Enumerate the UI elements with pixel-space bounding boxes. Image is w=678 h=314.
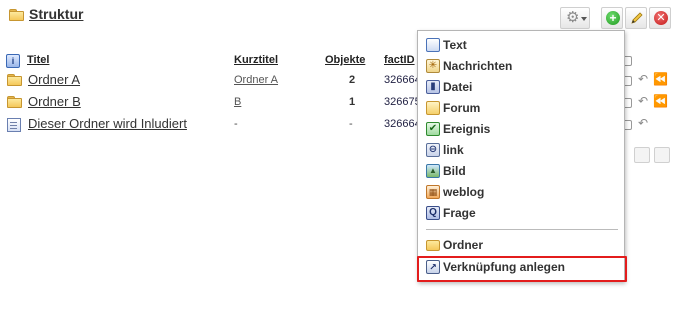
link-icon: ⊖ — [426, 143, 440, 157]
menu-item-frage[interactable]: Q Frage — [426, 203, 616, 223]
row-shorttitle-link[interactable]: Ordner A — [234, 74, 278, 86]
event-icon: ✔ — [426, 122, 440, 136]
undo-icon[interactable]: ↶ — [638, 116, 648, 130]
menu-item-weblog[interactable]: ▦ weblog — [426, 182, 616, 202]
menu-item-nachrichten[interactable]: ✳ Nachrichten — [426, 56, 616, 76]
row-title-link[interactable]: Ordner B — [28, 94, 81, 109]
row-objects-count: - — [349, 118, 353, 130]
delete-icon: ✕ — [654, 11, 668, 25]
column-header-factid[interactable]: factID — [384, 54, 415, 66]
menu-item-text[interactable]: Text — [426, 35, 616, 55]
column-header-kurztitel[interactable]: Kurztitel — [234, 54, 278, 66]
undo-icon[interactable]: ↶ — [638, 72, 648, 86]
row-shorttitle-link[interactable]: B — [234, 96, 241, 108]
delete-button[interactable]: ✕ — [649, 7, 671, 29]
weblog-icon: ▦ — [426, 185, 440, 199]
edit-button[interactable] — [625, 7, 647, 29]
column-header-titel[interactable]: Titel — [27, 54, 49, 66]
column-header-objekte[interactable]: Objekte — [325, 54, 365, 66]
text-icon — [426, 38, 440, 52]
image-icon: ▲ — [426, 164, 440, 178]
menu-item-ereignis[interactable]: ✔ Ereignis — [426, 119, 616, 139]
link-document-icon — [7, 118, 21, 132]
chevron-down-icon — [581, 17, 587, 21]
menu-item-bild[interactable]: ▲ Bild — [426, 161, 616, 181]
row-title-link[interactable]: Dieser Ordner wird Inludiert — [28, 116, 187, 131]
page-title[interactable]: Struktur — [29, 6, 83, 22]
highlight-box — [417, 256, 627, 282]
menu-item-link[interactable]: ⊖ link — [426, 140, 616, 160]
undo-icon[interactable]: ↶ — [638, 94, 648, 108]
info-icon: i — [6, 54, 20, 68]
row-objects-count: 1 — [349, 96, 356, 108]
menu-item-datei[interactable]: ▮ Datei — [426, 77, 616, 97]
row-factid: 326664 — [384, 118, 421, 130]
settings-dropdown-button[interactable]: ⚙ — [560, 7, 590, 29]
copy-button[interactable] — [654, 147, 670, 163]
forum-icon — [426, 101, 440, 115]
row-objects-count: 2 — [349, 74, 356, 86]
row-shorttitle: - — [234, 118, 238, 130]
folder-icon — [7, 96, 22, 108]
row-title-link[interactable]: Ordner A — [28, 72, 80, 87]
create-dropdown-menu: Text ✳ Nachrichten ▮ Datei Forum ✔ Ereig… — [417, 30, 625, 282]
rewind-icon[interactable]: ⏪ — [653, 72, 668, 86]
file-icon: ▮ — [426, 80, 440, 94]
plus-icon: + — [606, 11, 620, 25]
folder-icon — [7, 74, 22, 86]
menu-separator — [426, 229, 618, 230]
add-button[interactable]: + — [601, 7, 623, 29]
rewind-icon[interactable]: ⏪ — [653, 94, 668, 108]
move-button[interactable] — [634, 147, 650, 163]
gear-icon: ⚙ — [566, 9, 580, 26]
menu-item-forum[interactable]: Forum — [426, 98, 616, 118]
menu-item-ordner[interactable]: Ordner — [426, 235, 616, 255]
pencil-icon — [631, 12, 643, 24]
question-icon: Q — [426, 206, 440, 220]
row-factid: 326664 — [384, 74, 421, 86]
folder-icon — [9, 9, 24, 21]
folder-icon — [426, 240, 440, 251]
news-icon: ✳ — [426, 59, 440, 73]
row-factid: 326675 — [384, 96, 421, 108]
